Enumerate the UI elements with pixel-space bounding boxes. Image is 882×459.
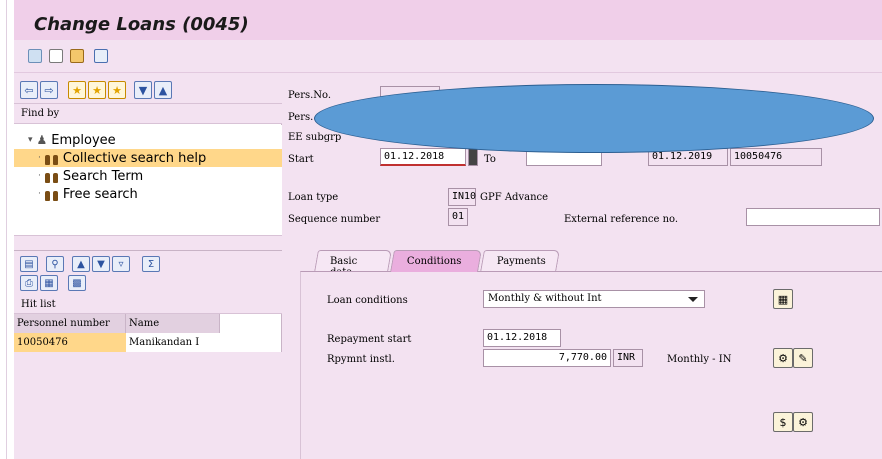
repayment-start-label: Repayment start — [327, 334, 412, 345]
person-icon[interactable] — [70, 49, 84, 63]
tab-payments[interactable]: Payments — [480, 250, 560, 272]
binoculars-icon — [44, 152, 58, 165]
favorite-edit-icon[interactable]: ★ — [108, 81, 126, 99]
loan-type-code: IN10 — [448, 188, 476, 206]
find-icon[interactable]: ⚲ — [46, 256, 64, 272]
layout-icon[interactable]: ▩ — [68, 275, 86, 291]
redaction-oval — [314, 84, 874, 153]
personnel-number-cell[interactable]: 10050476 — [14, 333, 126, 352]
ee-subgroup-label: EE subgrp — [288, 132, 342, 143]
loan-conditions-dropdown[interactable]: Monthly & without Int — [483, 290, 705, 308]
print-icon[interactable]: ⎙ — [20, 275, 38, 291]
export-icon[interactable]: ▦ — [40, 275, 58, 291]
copy-icon[interactable] — [49, 49, 63, 63]
frequency-text: Monthly - IN — [667, 354, 732, 365]
hit-list-title: Hit list — [14, 294, 282, 314]
binoculars-icon — [44, 188, 58, 201]
favorite-icon[interactable]: ★ — [88, 81, 106, 99]
favorite-add-icon[interactable]: ★ — [68, 81, 86, 99]
edit-icon[interactable]: ✎ — [793, 348, 813, 368]
object-manager-pane: ⇦ ⇨ ★ ★ ★ ▼ ▲ Find by ▾ ♟ Employee · Col… — [14, 74, 282, 459]
details-icon[interactable]: ▤ — [20, 256, 38, 272]
navigation-toolbar: ⇦ ⇨ ★ ★ ★ ▼ ▲ — [14, 74, 282, 104]
rpymnt-instl-label: Rpymnt instl. — [327, 354, 395, 365]
sequence-field: 01 — [448, 208, 468, 226]
external-reference-label: External reference no. — [564, 214, 679, 225]
grid-icon[interactable] — [94, 49, 108, 63]
hit-list-empty-area — [14, 352, 282, 459]
sort-descending-icon[interactable]: ▼ — [92, 256, 110, 272]
calculator-icon[interactable]: ▦ — [773, 289, 793, 309]
tree-item-label: Search Term — [62, 168, 144, 184]
application-toolbar — [14, 40, 882, 73]
tree-node-employee[interactable]: ▾ ♟ Employee — [14, 131, 282, 149]
loan-type-text: GPF Advance — [480, 192, 549, 203]
repayment-start-field[interactable]: 01.12.2018 — [483, 329, 561, 347]
table-row[interactable]: 10050476 Manikandan I — [14, 333, 220, 352]
hit-list-toolbar: ▤ ⚲ ▲ ▼ ▿ Σ ⎙ ▦ ▩ — [14, 250, 282, 294]
sequence-label: Sequence number — [288, 214, 381, 225]
column-header-personnel-number[interactable]: Personnel number — [14, 314, 126, 333]
column-header-name[interactable]: Name — [126, 314, 220, 333]
expand-icon[interactable]: ▲ — [154, 81, 172, 99]
changed-by-field: 10050476 — [730, 148, 822, 166]
external-reference-field[interactable] — [746, 208, 880, 226]
title-bar: Change Loans (0045) — [14, 0, 882, 40]
tab-conditions[interactable]: Conditions — [390, 250, 482, 272]
tree-item-search-term[interactable]: · Search Term — [14, 167, 282, 185]
employee-icon: ♟ — [36, 133, 48, 147]
binoculars-icon — [44, 170, 58, 183]
pers-no-label: Pers.No. — [288, 90, 332, 101]
sum-icon[interactable]: Σ — [142, 256, 160, 272]
save-icon[interactable] — [28, 49, 42, 63]
sort-ascending-icon[interactable]: ▲ — [72, 256, 90, 272]
sap-window: Change Loans (0045) ⇦ ⇨ ★ ★ ★ ▼ ▲ Find b… — [14, 0, 882, 459]
hit-list-header: Personnel number Name — [14, 314, 220, 333]
left-edge — [0, 0, 14, 459]
tree-item-label: Free search — [62, 186, 138, 202]
start-label: Start — [288, 154, 314, 165]
loan-type-label: Loan type — [288, 192, 339, 203]
currency-field: INR — [613, 349, 643, 367]
tree-item-free-search[interactable]: · Free search — [14, 185, 282, 203]
page-title: Change Loans (0045) — [34, 14, 249, 35]
config-icon[interactable]: ⚙ — [793, 412, 813, 432]
filter-icon[interactable]: ▿ — [112, 256, 130, 272]
rpymnt-instl-field[interactable]: 7,770.00 — [483, 349, 611, 367]
collapse-icon[interactable]: ▼ — [134, 81, 152, 99]
calendar-icon[interactable] — [468, 148, 478, 166]
settings-icon[interactable]: ⚙ — [773, 348, 793, 368]
expand-arrow-icon[interactable]: ▾ — [28, 135, 33, 145]
to-label: To — [484, 154, 496, 165]
tree-item-label: Collective search help — [62, 150, 207, 166]
money-icon[interactable]: $ — [773, 412, 793, 432]
name-cell[interactable]: Manikandan I — [126, 333, 220, 352]
loan-conditions-label: Loan conditions — [327, 295, 408, 306]
infotype-screen: Pers.No. Pers. EE subgrp Start 01.12.201… — [286, 74, 882, 459]
find-by-label: Find by — [14, 104, 282, 124]
search-tree: ▾ ♟ Employee · Collective search help · … — [14, 125, 282, 235]
tree-node-label: Employee — [51, 132, 116, 148]
forward-icon[interactable]: ⇨ — [40, 81, 58, 99]
pers-name-label: Pers. — [288, 112, 314, 123]
chevron-down-icon — [688, 297, 698, 302]
back-icon[interactable]: ⇦ — [20, 81, 38, 99]
tree-item-collective-search-help[interactable]: · Collective search help — [14, 149, 282, 167]
start-date-field[interactable]: 01.12.2018 — [380, 148, 466, 166]
tab-basic-data[interactable]: Basic data — [314, 250, 392, 278]
conditions-panel: Loan conditions Monthly & without Int ▦ … — [300, 271, 882, 459]
